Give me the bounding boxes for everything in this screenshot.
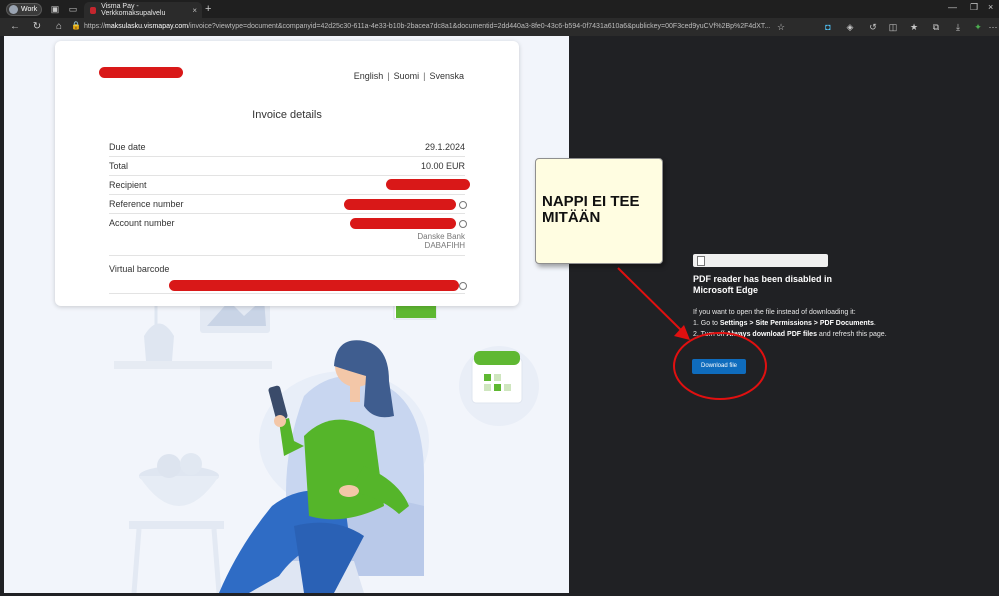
profile-label: Work [21,6,38,13]
favorite-star-icon[interactable]: ☆ [776,22,786,32]
address-bar: ← ↻ ⌂ 🔒 https://maksulasku.vismapay.com/… [0,18,999,36]
pdf-intro: If you want to open the file instead of … [693,309,856,316]
url-path: /invoice?viewtype=document&companyid=42d… [188,23,771,30]
url-domain: maksulasku.vismapay.com [105,23,189,30]
row-due-date: Due date 29.1.2024 [109,138,465,157]
company-logo-redaction [99,67,183,78]
step1-end: . [873,320,876,327]
row-virtual-barcode: Virtual barcode [109,260,467,294]
avatar [9,5,18,14]
lang-english-link[interactable]: English [354,71,384,81]
step1-text: 1. Go to [693,320,720,327]
maximize-icon[interactable]: ❐ [970,2,978,13]
barcode-redaction [169,280,459,291]
pdf-step-1: 1. Go to Settings > Site Permissions > P… [693,318,888,329]
collections-icon[interactable]: ⧉ [931,22,941,32]
home-icon[interactable]: ⌂ [53,21,65,32]
lang-separator: | [387,71,390,81]
row-reference: Reference number [109,195,467,214]
url-prefix: https:// [84,23,106,30]
split-screen-icon[interactable]: ◫ [888,22,898,32]
due-date-value: 29.1.2024 [424,142,465,152]
copilot-icon[interactable]: ✦ [973,22,983,32]
extension-icon[interactable]: ◘ [823,22,833,32]
recipient-label: Recipient [109,180,147,190]
refresh-extension-icon[interactable]: ↺ [868,22,878,32]
back-icon[interactable]: ← [9,21,21,32]
pdf-disabled-title: PDF reader has been disabled in Microsof… [693,274,833,295]
step2-end: and refresh this page. [816,331,887,338]
step2-text: 2. Turn off [693,331,727,338]
language-switcher: English | Suomi | Svenska [354,71,464,81]
row-recipient: Recipient [109,176,470,195]
favorites-icon[interactable]: ★ [909,22,919,32]
download-file-button[interactable]: Download file [692,359,746,374]
invoice-page: English | Suomi | Svenska Invoice details Du… [4,36,569,593]
download-icon[interactable]: ⤓ [953,22,963,32]
step1-path: Settings > Site Permissions > PDF Docume… [719,320,874,327]
lock-icon[interactable]: 🔒 [70,21,82,30]
copy-account-icon[interactable] [459,220,467,228]
visma-favicon-icon [90,6,97,14]
pdf-file-chip [693,254,828,267]
step2-setting: Always download PDF files [726,331,817,338]
workspaces-icon[interactable]: ▣ [50,4,60,14]
invoice-card: English | Suomi | Svenska Invoice details Du… [55,41,519,306]
new-tab-button[interactable]: + [205,3,211,15]
profile-button[interactable]: Work [6,3,42,16]
invoice-title: Invoice details [252,109,322,121]
minimize-icon[interactable]: — [948,2,957,12]
due-date-label: Due date [109,142,146,152]
total-label: Total [109,161,129,171]
more-icon[interactable]: ⋯ [988,22,998,32]
account-redaction [350,218,456,229]
copy-barcode-icon[interactable] [459,282,467,290]
account-label: Account number [109,218,175,228]
total-value: 10.00 EUR [420,161,465,171]
bank-info: Danske Bank DABAFIHH [417,232,465,250]
shield-icon[interactable]: ◈ [845,22,855,32]
lang-svenska-link[interactable]: Svenska [429,71,464,81]
tab-visma-pay[interactable]: Visma Pay - Verkkomaksupalvelu × [84,2,202,18]
bank-name: Danske Bank [417,232,465,241]
close-tab-icon[interactable]: × [192,6,197,15]
lang-separator: | [423,71,426,81]
pdf-instructions: If you want to open the file instead of … [693,307,888,340]
url-field[interactable]: https://maksulasku.vismapay.com/invoice?… [84,20,784,34]
reference-label: Reference number [109,199,184,209]
row-total: Total 10.00 EUR [109,157,465,176]
barcode-label: Virtual barcode [109,264,170,274]
annotation-note: NAPPI EI TEE MITÄÄN [535,158,663,264]
tab-bar: Work ▣ ▭ Visma Pay - Verkkomaksupalvelu … [0,0,999,18]
row-account: Account number Danske Bank DABAFIHH [109,214,467,256]
pdf-step-2: 2. Turn off Always download PDF files an… [693,329,888,340]
tab-title: Visma Pay - Verkkomaksupalvelu [101,3,166,17]
copy-reference-icon[interactable] [459,201,467,209]
close-window-icon[interactable]: × [988,2,993,12]
tab-actions-icon[interactable]: ▭ [68,4,78,14]
bank-bic: DABAFIHH [424,241,465,250]
reference-redaction [344,199,456,210]
document-icon [697,255,705,266]
recipient-redaction [386,179,470,190]
annotation-note-text: NAPPI EI TEE MITÄÄN [542,193,640,226]
refresh-icon[interactable]: ↻ [31,21,43,32]
lang-suomi-link[interactable]: Suomi [394,71,420,81]
